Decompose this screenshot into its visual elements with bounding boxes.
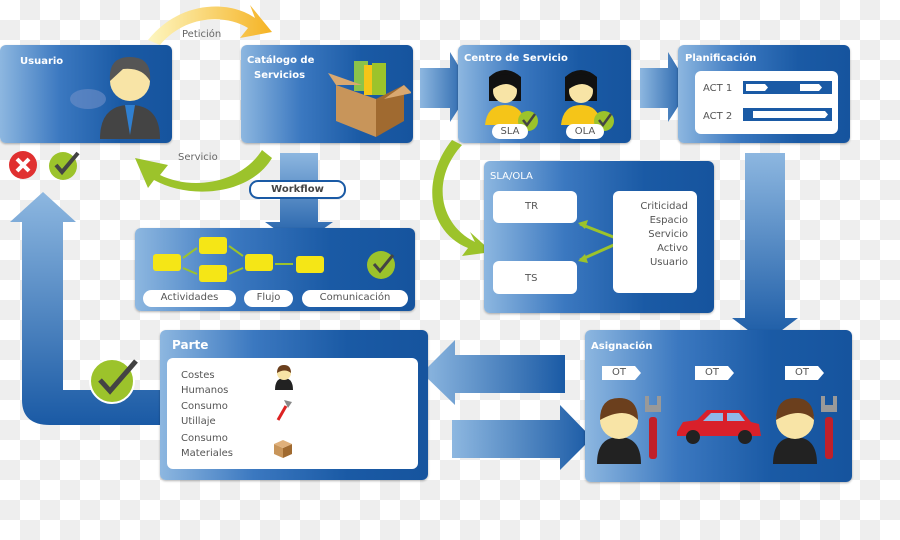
tr-box: TR	[493, 191, 577, 223]
workflow-box: Actividades Flujo Comunicación	[135, 228, 415, 311]
planificacion-box: Planificación ACT 1 ACT 2	[678, 45, 850, 143]
planificacion-panel: ACT 1 ACT 2	[695, 71, 838, 134]
item-line: Costes	[181, 370, 215, 381]
item-line: Materiales	[181, 448, 233, 459]
factor: Criticidad	[640, 201, 688, 212]
workflow-check-icon	[367, 251, 395, 279]
factor: Usuario	[649, 257, 688, 268]
factor: Espacio	[649, 215, 688, 226]
centro-box: Centro de Servicio SLA OLA	[458, 45, 631, 143]
factor: Servicio	[648, 229, 688, 240]
gantt-bars	[743, 81, 832, 121]
catalogo-title: Catálogo de Servicios	[247, 53, 314, 83]
act1-label: ACT 1	[703, 83, 733, 94]
headset-agent-icon	[561, 70, 614, 131]
usuario-box: Usuario	[0, 45, 172, 143]
consumo-materiales: Consumo Materiales	[181, 431, 233, 461]
centro-title: Centro de Servicio	[464, 53, 568, 64]
asignacion-box: Asignación OT OT OT	[585, 330, 852, 482]
ot-tag-2: OT	[705, 367, 719, 378]
plan-down-arrow	[732, 153, 798, 343]
consumo-utillaje: Consumo Utillaje	[181, 399, 228, 429]
item-line: Humanos	[181, 385, 229, 396]
ts-box: TS	[493, 261, 577, 294]
servicio-label: Servicio	[178, 152, 218, 163]
approve-icon	[49, 151, 80, 180]
pill-flujo: Flujo	[244, 290, 293, 307]
catalogo-box: Catálogo de Servicios	[241, 45, 413, 143]
headset-agent-icon	[485, 70, 538, 131]
item-line: Consumo	[181, 433, 228, 444]
pill-actividades: Actividades	[143, 290, 236, 307]
parte-panel: Costes Humanos Consumo Utillaje Consumo Mat…	[167, 358, 418, 469]
package-icon	[328, 61, 411, 137]
pill-comunicacion: Comunicación	[302, 290, 408, 307]
parte-box: Parte Costes Humanos Consumo Utillaje Cons…	[160, 330, 428, 480]
item-line: Consumo	[181, 401, 228, 412]
mechanic-icon	[597, 396, 661, 464]
catalogo-title-line1: Catálogo de	[247, 55, 315, 66]
sla-ola-title: SLA/OLA	[490, 171, 533, 182]
workflow-label: Workflow	[249, 180, 346, 199]
tr-label: TR	[525, 201, 539, 212]
factor: Activo	[657, 243, 688, 254]
planificacion-title: Planificación	[685, 53, 757, 64]
item-line: Utillaje	[181, 416, 216, 427]
catalogo-title-line2: Servicios	[254, 70, 306, 81]
usuario-title: Usuario	[20, 56, 64, 67]
wrench-icon	[276, 400, 292, 421]
big-check-icon	[89, 358, 138, 404]
user-icon	[70, 57, 160, 139]
car-icon	[677, 410, 761, 444]
sla-ola-box: SLA/OLA TR TS + CriticidadEspacioServici…	[484, 161, 714, 313]
sla-label: SLA	[492, 124, 528, 139]
peticion-label: Petición	[182, 29, 222, 40]
ot-tag-1: OT	[612, 367, 626, 378]
costes-humanos: Costes Humanos	[181, 368, 228, 398]
ts-label: TS	[525, 273, 538, 284]
box-icon	[274, 440, 292, 458]
asignacion-to-parte-arrow	[422, 340, 565, 405]
workflow-diagram	[153, 237, 395, 282]
worker-icon	[275, 365, 293, 390]
act2-label: ACT 2	[703, 111, 733, 122]
mechanic-icon	[773, 396, 837, 464]
factors-box: Criticidad Espacio Servicio Activo Usuario	[613, 191, 697, 293]
parte-to-asignacion-arrow	[452, 405, 592, 470]
parte-title: Parte	[172, 338, 209, 352]
ot-tag-3: OT	[795, 367, 809, 378]
reject-icon	[9, 151, 37, 179]
ola-label: OLA	[566, 124, 604, 139]
factors-list: Criticidad Espacio Servicio Activo Usuario	[640, 200, 688, 270]
